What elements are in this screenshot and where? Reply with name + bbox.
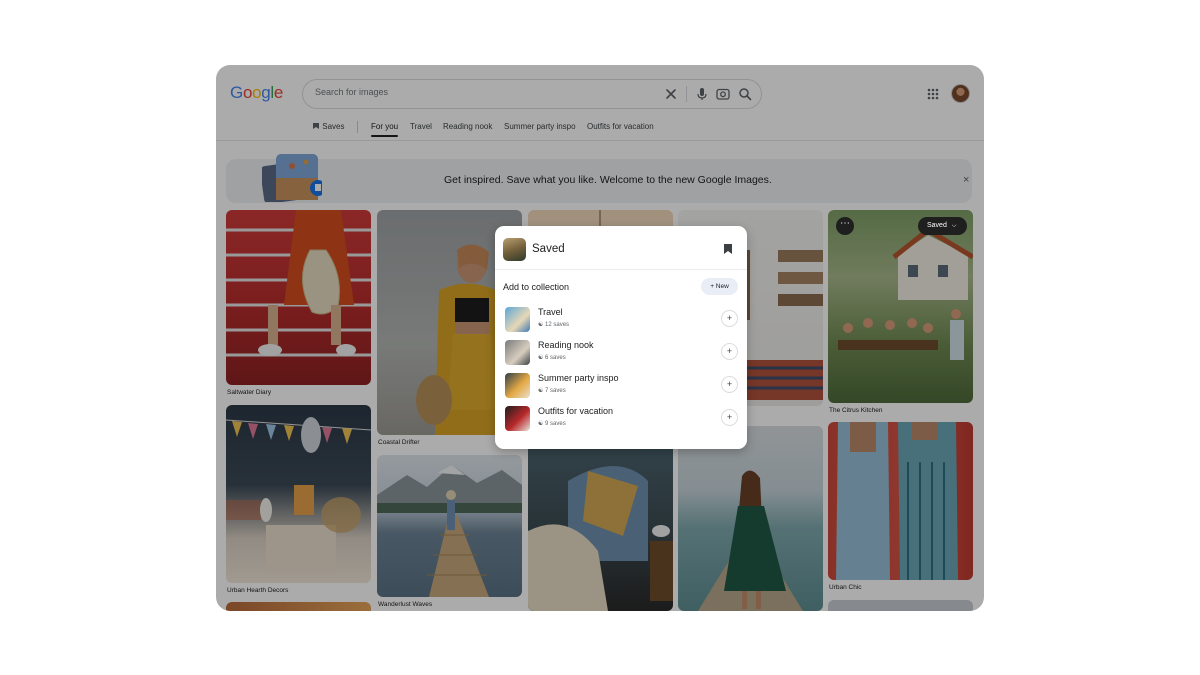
- collection-item-travel[interactable]: Travel ☯ 12 saves +: [495, 306, 747, 339]
- chevron-down-icon: ⌵: [951, 223, 957, 229]
- save-to-collection-popup: Saved Add to collection + New Travel ☯ 1…: [495, 226, 747, 449]
- popup-divider: [495, 269, 747, 270]
- collection-thumbnail: [505, 373, 530, 398]
- add-to-collection-button[interactable]: +: [721, 343, 738, 360]
- collection-item-outfits-for-vacation[interactable]: Outfits for vacation ☯ 9 saves +: [495, 405, 747, 438]
- collection-item-reading-nook[interactable]: Reading nook ☯ 6 saves +: [495, 339, 747, 372]
- popup-title: Saved: [532, 243, 565, 255]
- add-to-collection-button[interactable]: +: [721, 376, 738, 393]
- collection-saves: ☯ 6 saves: [538, 355, 566, 361]
- saved-image-thumbnail: [503, 238, 526, 261]
- collection-thumbnail: [505, 340, 530, 365]
- add-to-collection-button[interactable]: +: [721, 310, 738, 327]
- collection-name: Outfits for vacation: [538, 406, 614, 416]
- collection-saves: ☯ 12 saves: [538, 322, 570, 328]
- saved-button[interactable]: Saved ⌵: [918, 217, 967, 235]
- bookmark-icon[interactable]: [724, 244, 732, 254]
- collection-item-summer-party-inspo[interactable]: Summer party inspo ☯ 7 saves +: [495, 372, 747, 405]
- add-to-collection-label: Add to collection: [503, 282, 570, 292]
- collection-name: Travel: [538, 307, 563, 317]
- collection-thumbnail: [505, 406, 530, 431]
- more-options-button[interactable]: ⋯: [836, 217, 854, 235]
- app-window: Google Search for images Saves For you T…: [216, 65, 984, 611]
- collection-saves: ☯ 9 saves: [538, 421, 566, 427]
- collection-saves: ☯ 7 saves: [538, 388, 566, 394]
- new-collection-button[interactable]: + New: [701, 278, 738, 295]
- saved-button-label: Saved: [927, 222, 947, 229]
- collection-thumbnail: [505, 307, 530, 332]
- collection-name: Summer party inspo: [538, 373, 619, 383]
- new-button-label: New: [715, 283, 729, 290]
- add-to-collection-button[interactable]: +: [721, 409, 738, 426]
- collection-name: Reading nook: [538, 340, 594, 350]
